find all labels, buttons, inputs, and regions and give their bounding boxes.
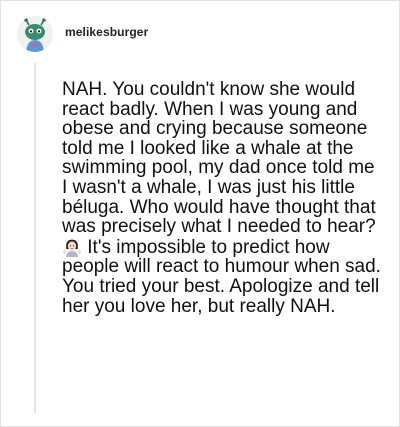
alien-avatar-icon <box>17 16 53 52</box>
comment-text-part1: NAH. You couldn't know she would react b… <box>62 79 376 238</box>
comment-header: melikesburger <box>17 15 148 53</box>
comment-text-part2: It's impossible to predict how people wi… <box>62 236 381 317</box>
person-shrugging-emoji <box>63 239 81 257</box>
comment-card: melikesburger NAH. You couldn't know she… <box>0 0 400 427</box>
username[interactable]: melikesburger <box>65 25 148 39</box>
comment-text: NAH. You couldn't know she would react b… <box>62 80 382 316</box>
avatar[interactable] <box>17 16 53 52</box>
quote-bar <box>34 63 36 413</box>
